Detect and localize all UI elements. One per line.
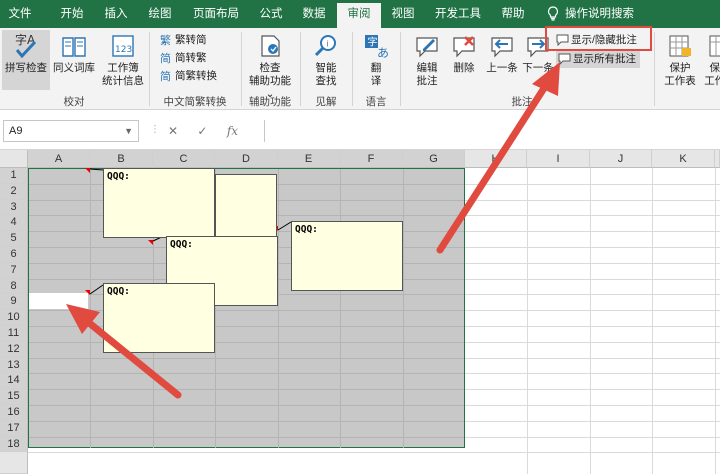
annotation-arrows xyxy=(66,62,560,399)
excel-window: 文件 开始 插入 绘图 页面布局 公式 数据 审阅 视图 开发工具 帮助 操作说… xyxy=(0,0,720,474)
